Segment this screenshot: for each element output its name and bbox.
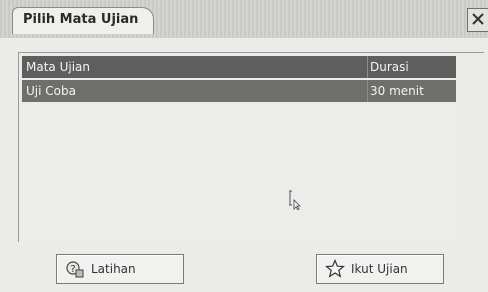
close-icon — [472, 13, 484, 25]
column-header-subject[interactable]: Mata Ujian — [26, 56, 90, 78]
subject-cell: Uji Coba — [26, 84, 76, 98]
column-separator — [367, 56, 368, 78]
title-tab: Pilih Mata Ujian — [12, 7, 154, 34]
close-button[interactable] — [467, 8, 488, 32]
column-separator — [367, 80, 368, 102]
content-top-border — [18, 52, 484, 53]
column-header-duration[interactable]: Durasi — [370, 56, 409, 78]
ikut-ujian-label: Ikut Ujian — [351, 262, 408, 276]
dialog-window: Pilih Mata Ujian Mata Ujian Durasi Uji C… — [0, 0, 488, 292]
duration-cell: 30 menit — [370, 84, 424, 98]
star-icon — [325, 259, 345, 278]
ikut-ujian-button[interactable]: Ikut Ujian — [316, 254, 444, 284]
table-header: Mata Ujian Durasi — [22, 56, 456, 78]
content-left-border — [18, 52, 19, 242]
practice-icon: ? — [66, 261, 84, 278]
latihan-button[interactable]: ? Latihan — [56, 254, 184, 284]
svg-text:?: ? — [70, 264, 75, 275]
subject-table[interactable]: Mata Ujian Durasi Uji Coba 30 menit — [22, 56, 456, 242]
latihan-label: Latihan — [91, 262, 136, 276]
text-cursor-icon — [289, 190, 301, 210]
title-bar[interactable]: Pilih Mata Ujian — [0, 0, 488, 38]
window-title: Pilih Mata Ujian — [23, 12, 139, 27]
table-row[interactable]: Uji Coba 30 menit — [22, 80, 456, 102]
